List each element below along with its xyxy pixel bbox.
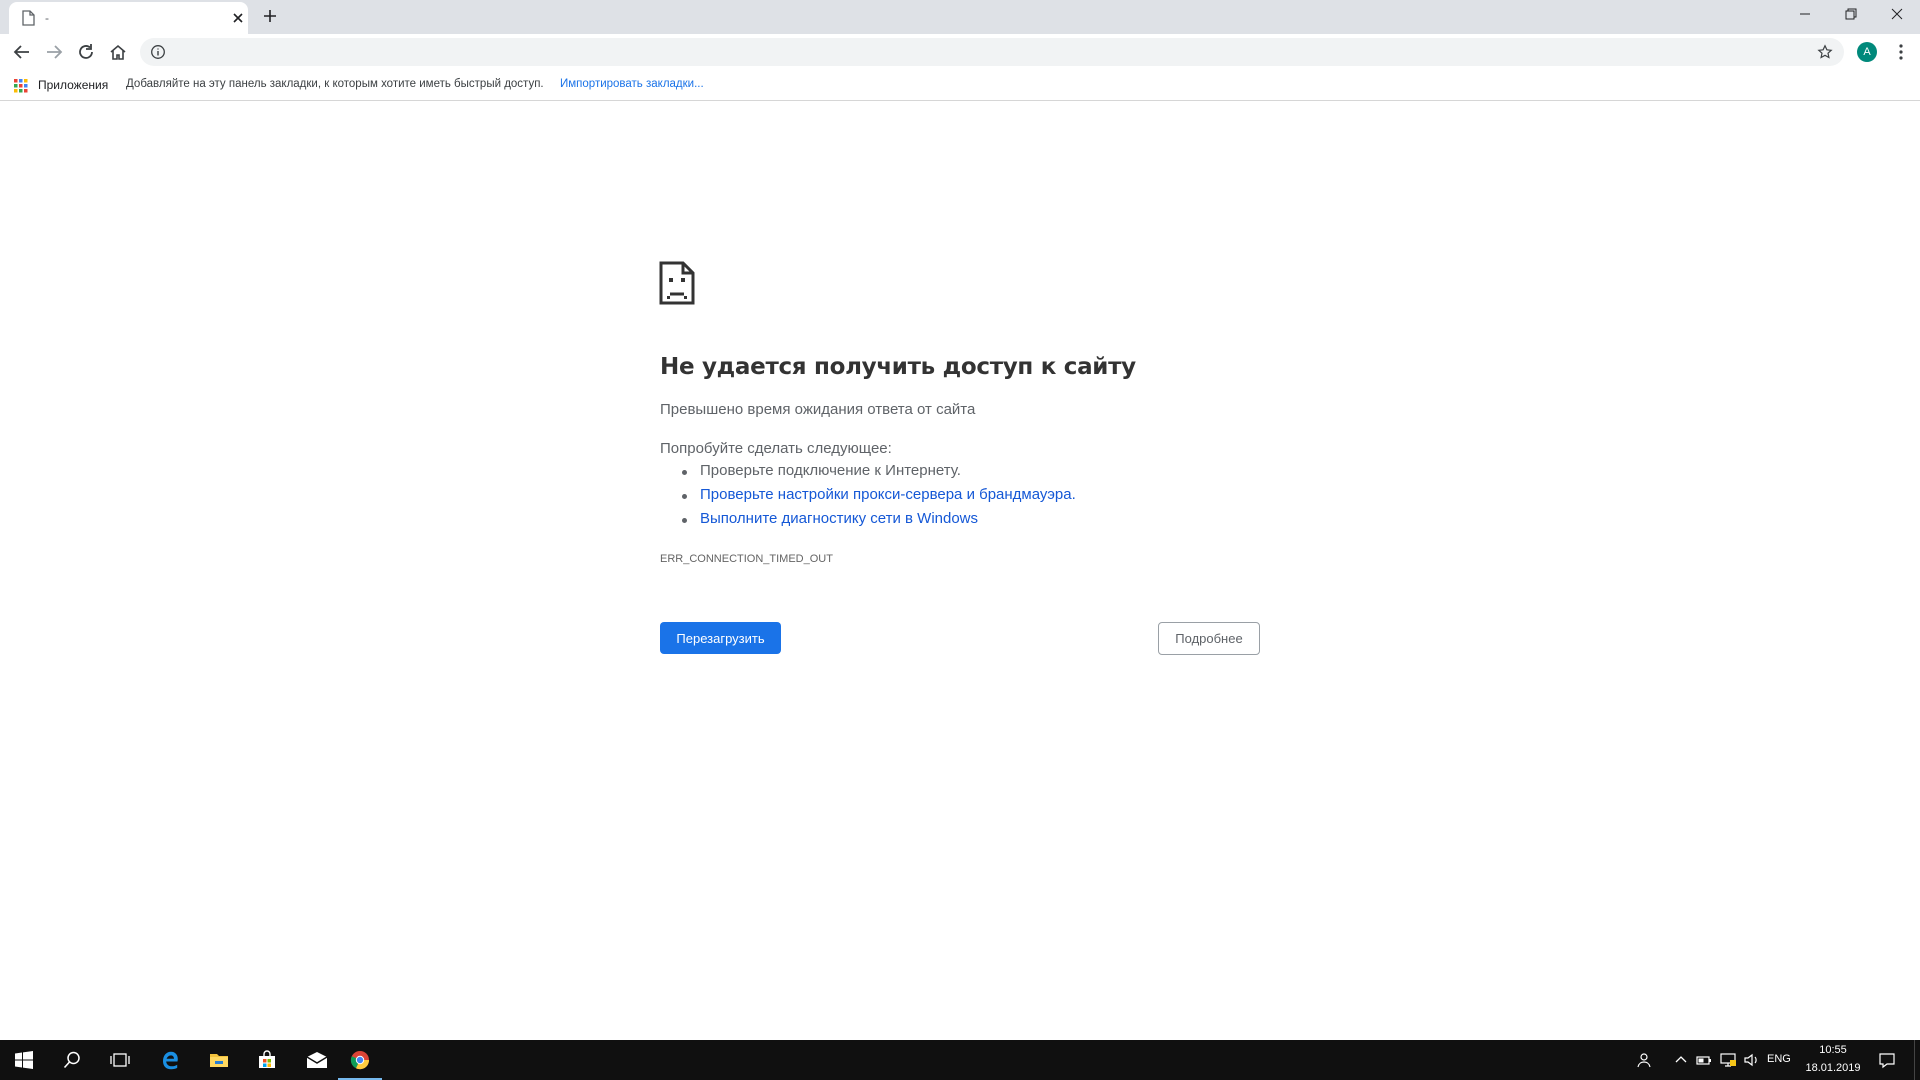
close-icon[interactable]	[231, 11, 245, 25]
task-view-button[interactable]	[96, 1040, 144, 1080]
home-icon[interactable]	[107, 41, 129, 63]
error-code: ERR_CONNECTION_TIMED_OUT	[660, 553, 833, 565]
suggestion-network-diagnostics-link[interactable]: Выполните диагностику сети в Windows	[700, 510, 978, 527]
network-icon[interactable]	[1719, 1051, 1737, 1069]
info-icon[interactable]	[150, 44, 166, 60]
store-taskbar-button[interactable]	[243, 1040, 291, 1080]
sad-page-icon	[659, 261, 695, 305]
maximize-icon	[1845, 8, 1857, 20]
edge-taskbar-button[interactable]	[146, 1040, 194, 1080]
close-icon	[1891, 8, 1903, 20]
maximize-button[interactable]	[1828, 0, 1874, 30]
browser-titlebar: -	[0, 0, 1920, 34]
battery-icon[interactable]	[1695, 1051, 1713, 1069]
suggestion-item: Выполните диагностику сети в Windows	[682, 510, 1300, 534]
file-explorer-icon	[210, 1054, 228, 1067]
clock-time[interactable]: 10:55	[1807, 1044, 1859, 1056]
minimize-button[interactable]	[1782, 0, 1828, 30]
reload-icon[interactable]	[75, 41, 97, 63]
profile-avatar[interactable]: A	[1857, 42, 1877, 62]
suggestion-item: Проверьте настройки прокси-сервера и бра…	[682, 486, 1300, 510]
details-button[interactable]: Подробнее	[1158, 622, 1260, 655]
suggestion-item: Проверьте подключение к Интернету.	[682, 462, 1300, 486]
suggestions-list: Проверьте подключение к Интернету. Прове…	[682, 462, 1300, 534]
star-icon[interactable]	[1817, 44, 1833, 60]
start-button[interactable]	[0, 1040, 48, 1080]
plus-icon[interactable]	[262, 8, 278, 24]
chrome-taskbar-button[interactable]	[336, 1040, 384, 1080]
browser-tab[interactable]: -	[9, 2, 248, 34]
task-view-icon	[110, 1053, 130, 1067]
page-icon	[22, 10, 35, 26]
reload-button[interactable]: Перезагрузить	[660, 622, 781, 654]
suggestion-check-connection: Проверьте подключение к Интернету.	[700, 462, 961, 479]
tab-title: -	[45, 11, 49, 25]
bullet	[682, 518, 687, 523]
edge-icon	[163, 1051, 178, 1070]
bookmarks-bar: Приложения Добавляйте на эту панель закл…	[0, 70, 1920, 101]
input-language-indicator[interactable]: ENG	[1767, 1053, 1791, 1065]
back-arrow-icon[interactable]	[11, 41, 33, 63]
show-desktop-button[interactable]	[1914, 1040, 1920, 1080]
address-bar[interactable]	[140, 38, 1844, 66]
suggestions-heading: Попробуйте сделать следующее:	[660, 440, 892, 457]
bullet	[682, 494, 687, 499]
bullet	[682, 470, 687, 475]
mail-icon	[306, 1052, 328, 1068]
apps-bookmark[interactable]: Приложения	[38, 78, 108, 92]
search-button[interactable]	[48, 1040, 96, 1080]
page-content: Не удается получить доступ к сайту Превы…	[0, 101, 1920, 1040]
suggestion-check-proxy-link[interactable]: Проверьте настройки прокси-сервера и бра…	[700, 486, 1076, 503]
volume-icon[interactable]	[1743, 1051, 1761, 1069]
error-title: Не удается получить доступ к сайту	[660, 354, 1136, 380]
apps-grid-icon[interactable]	[14, 79, 28, 93]
kebab-menu-icon[interactable]	[1890, 41, 1912, 63]
search-icon	[63, 1051, 80, 1069]
minimize-icon	[1800, 13, 1810, 15]
action-center-icon[interactable]	[1878, 1051, 1896, 1069]
windows-start-icon	[15, 1051, 33, 1069]
mail-taskbar-button[interactable]	[292, 1040, 340, 1080]
windows-taskbar: ENG 10:55 18.01.2019	[0, 1040, 1920, 1080]
chrome-icon	[350, 1051, 370, 1070]
url-input[interactable]	[174, 42, 1774, 62]
browser-toolbar: A	[0, 34, 1920, 70]
import-bookmarks-link[interactable]: Импортировать закладки...	[560, 78, 704, 90]
bookmarks-hint-text: Добавляйте на эту панель закладки, к кот…	[126, 78, 544, 90]
clock-date[interactable]: 18.01.2019	[1801, 1062, 1865, 1074]
forward-arrow-icon[interactable]	[43, 41, 65, 63]
chevron-up-icon[interactable]	[1672, 1051, 1690, 1069]
error-subtitle: Превышено время ожидания ответа от сайта	[660, 401, 976, 418]
close-window-button[interactable]	[1874, 0, 1920, 30]
store-icon	[259, 1050, 275, 1068]
people-icon[interactable]	[1636, 1051, 1654, 1069]
file-explorer-taskbar-button[interactable]	[195, 1040, 243, 1080]
